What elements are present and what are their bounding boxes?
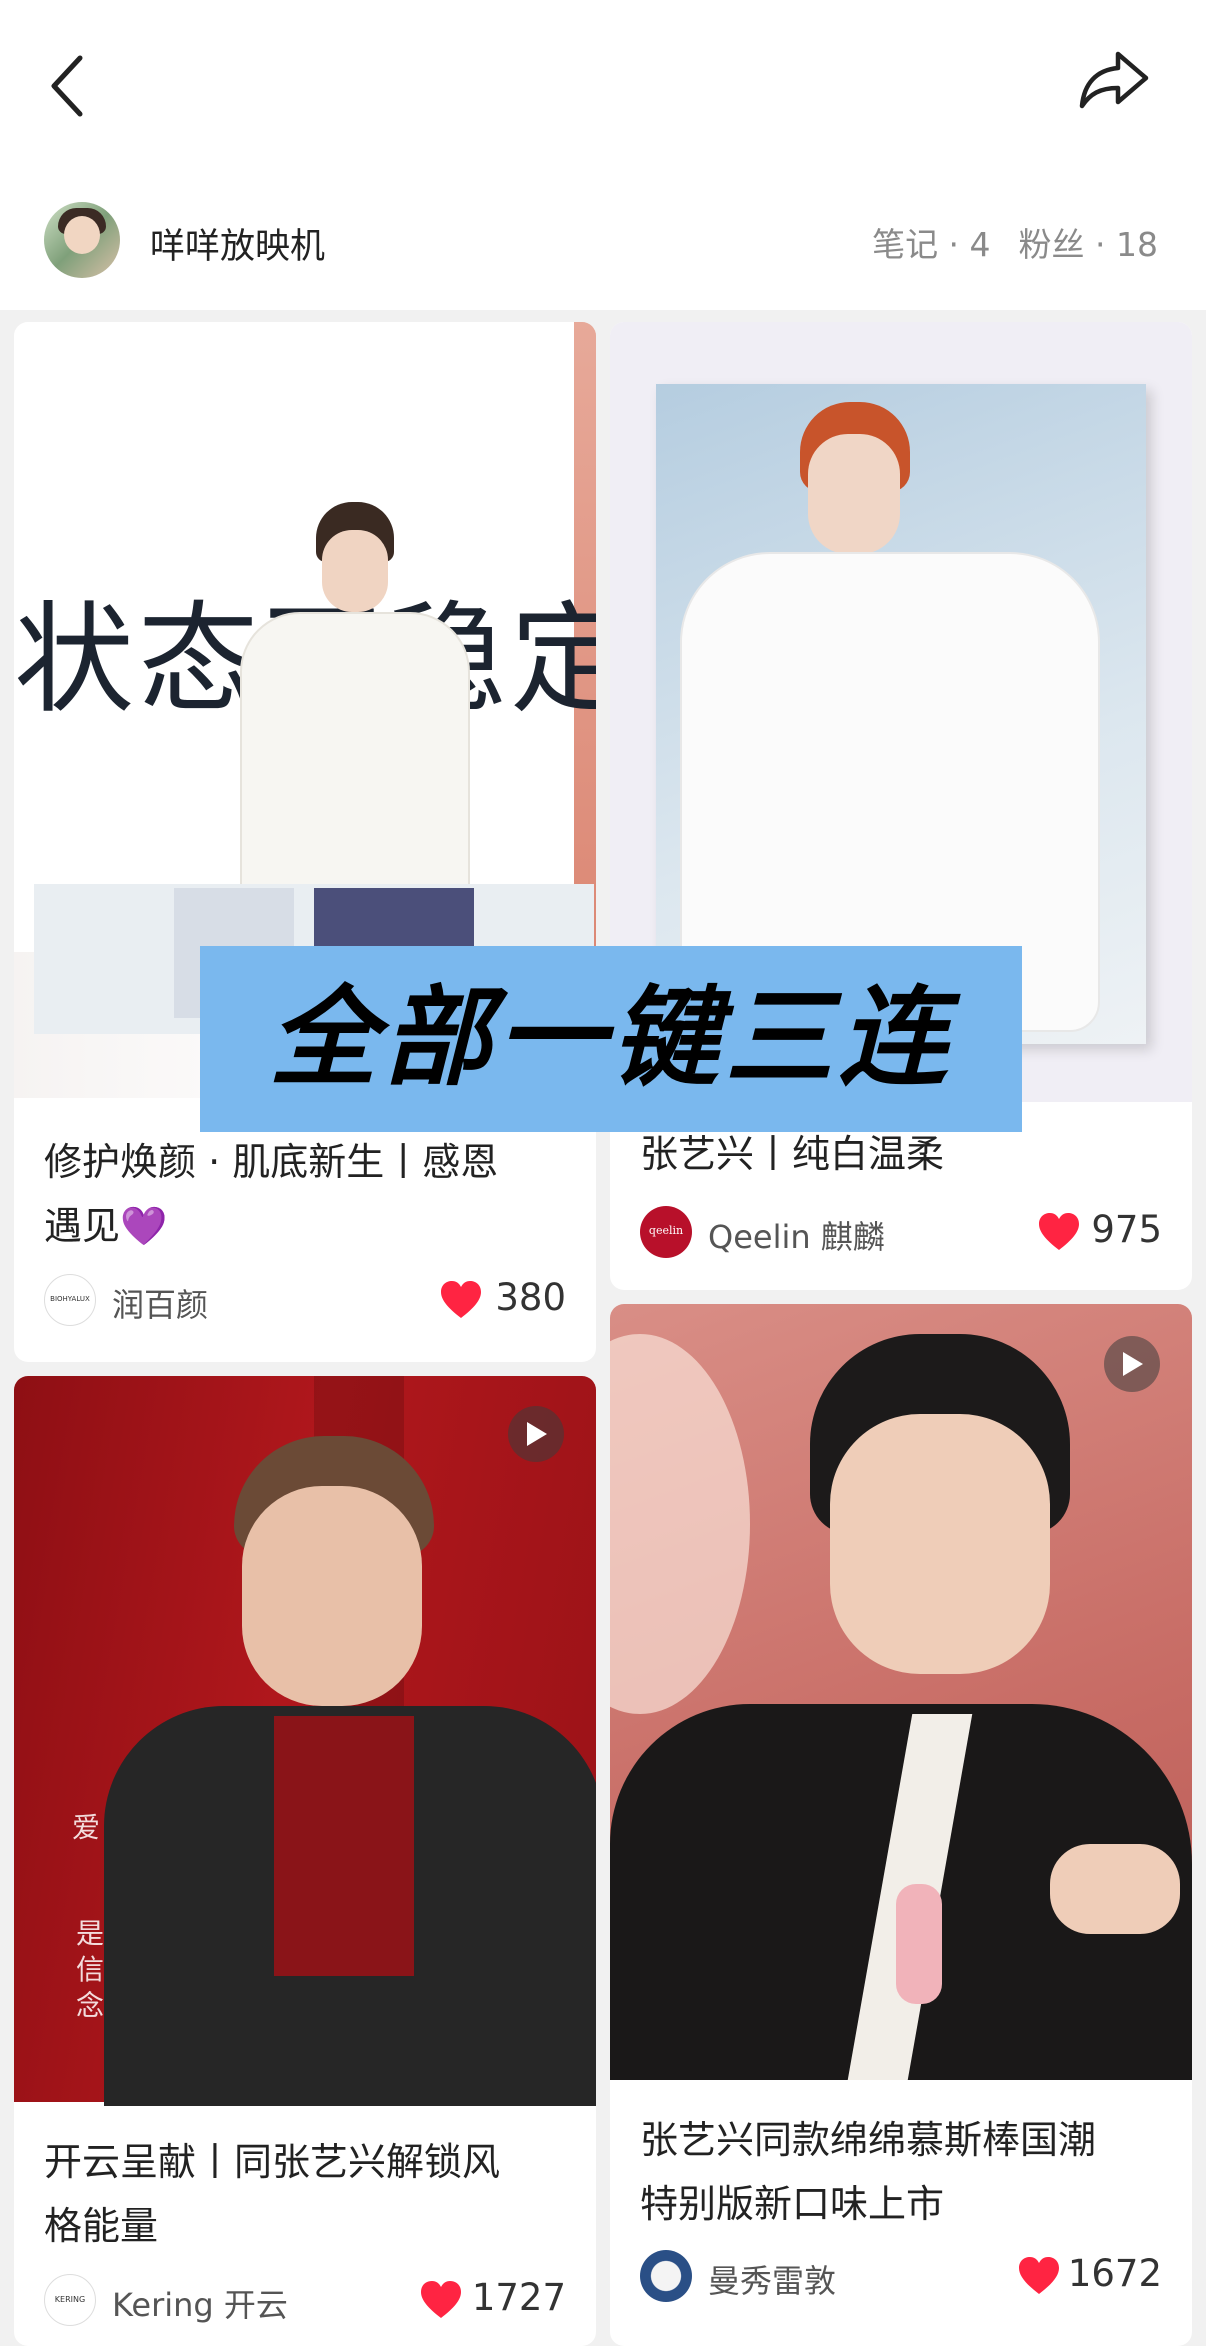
author-avatar[interactable] — [640, 2250, 692, 2302]
banner-text: 全部一键三连 — [268, 976, 953, 1101]
note-title[interactable]: 修护焕颜 · 肌底新生丨感恩 遇见💜 — [44, 1130, 574, 1258]
like-count: 975 — [1091, 1208, 1162, 1251]
username[interactable]: 咩咩放映机 — [150, 218, 325, 269]
fans-count: 粉丝 · 18 — [1018, 225, 1158, 264]
author-name[interactable]: 曼秀雷敦 — [708, 2256, 836, 2302]
like-count: 380 — [495, 1276, 566, 1319]
note-title[interactable]: 张艺兴同款绵绵慕斯棒国潮 特别版新口味上市 — [640, 2108, 1170, 2236]
like-count: 1727 — [471, 2276, 566, 2319]
heart-icon[interactable] — [1018, 2256, 1060, 2296]
back-button[interactable] — [42, 40, 102, 120]
share-button[interactable] — [1074, 40, 1154, 120]
chevron-left-icon — [51, 55, 83, 117]
author-avatar[interactable]: qeelin — [640, 1206, 692, 1258]
share-arrow-icon — [1079, 51, 1149, 109]
author-avatar[interactable]: BIOHYALUX — [44, 1274, 96, 1326]
image-caption: 是信念 — [76, 1917, 105, 2022]
heart-icon[interactable] — [420, 2280, 462, 2320]
author-name[interactable]: Kering 开云 — [112, 2280, 288, 2326]
note-title[interactable]: 开云呈献丨同张艺兴解锁风 格能量 — [44, 2130, 574, 2258]
image-caption: 爱 — [72, 1811, 101, 1844]
note-cover-image[interactable]: 爱 是信念 — [14, 1376, 596, 2106]
note-card[interactable]: 状态不稳定 修护焕颜 · 肌底新生丨感恩 遇见💜 BIOHYALUX 润百颜 3… — [14, 322, 596, 1362]
note-card[interactable]: 张艺兴同款绵绵慕斯棒国潮 特别版新口味上市 曼秀雷敦 1672 — [610, 1304, 1192, 2346]
overlay-banner: 全部一键三连 — [200, 946, 1022, 1132]
heart-icon[interactable] — [1038, 1212, 1080, 1252]
note-cover-image[interactable] — [610, 1304, 1192, 2080]
like-count: 1672 — [1067, 2252, 1162, 2295]
profile-stats: 笔记 · 4 粉丝 · 18 — [844, 218, 1158, 266]
video-play-icon — [508, 1406, 564, 1462]
author-name[interactable]: 润百颜 — [112, 1280, 208, 1326]
notes-count: 笔记 · 4 — [872, 225, 991, 264]
video-play-icon — [1104, 1336, 1160, 1392]
heart-icon[interactable] — [440, 1280, 482, 1320]
top-bar — [0, 0, 1206, 160]
author-avatar[interactable]: KERING — [44, 2274, 96, 2326]
note-card[interactable]: 张艺兴丨纯白温柔 qeelin Qeelin 麒麟 975 — [610, 322, 1192, 1290]
avatar[interactable] — [44, 202, 120, 278]
author-name[interactable]: Qeelin 麒麟 — [708, 1212, 885, 1258]
profile-row[interactable]: 咩咩放映机 笔记 · 4 粉丝 · 18 — [0, 160, 1206, 310]
note-card[interactable]: 爱 是信念 开云呈献丨同张艺兴解锁风 格能量 KERING Kering 开云 … — [14, 1376, 596, 2346]
